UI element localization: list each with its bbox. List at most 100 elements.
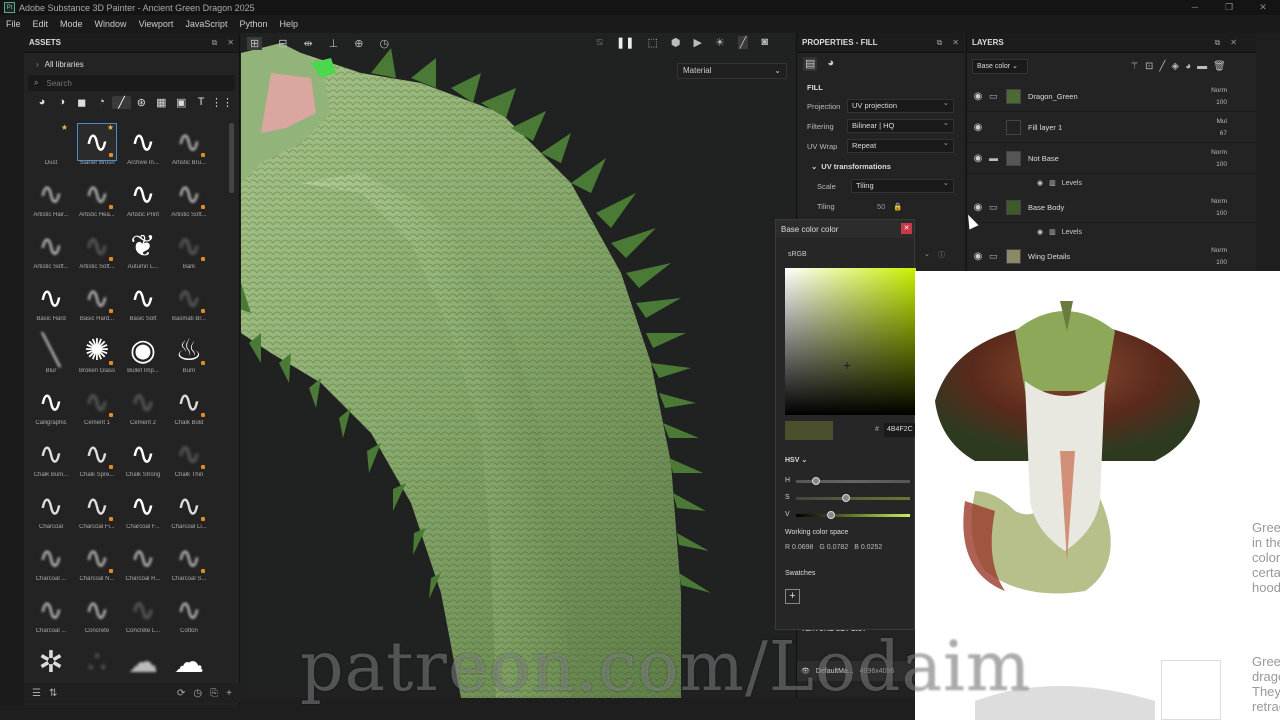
picker-close-icon[interactable]: ✕	[901, 223, 912, 234]
lock-icon[interactable]: 🔒	[893, 202, 902, 211]
undock-icon[interactable]: ⧉	[212, 38, 218, 48]
asset-item[interactable]: ◉ Bullet Imp...	[120, 329, 166, 381]
asset-item[interactable]: ∿ Basic Hard	[28, 277, 74, 329]
add-paint-icon[interactable]: ╱	[1159, 61, 1165, 72]
color-mode-select[interactable]: HSV ⌄	[785, 456, 807, 464]
asset-item[interactable]: ∿ Concrete L...	[120, 589, 166, 641]
levels-effect-row[interactable]: ◉ ▥ Levels	[967, 174, 1257, 192]
asset-item[interactable]: ❦ Autumn L...	[120, 225, 166, 277]
filter-masks-icon[interactable]: ◼	[72, 96, 92, 109]
close-icon[interactable]: ✕	[1246, 0, 1280, 15]
brush-icon[interactable]: ╱	[737, 36, 749, 49]
visibility-eye-icon[interactable]: ◉	[967, 122, 989, 133]
layers-undock-icon[interactable]: ⧉	[1215, 38, 1221, 48]
asset-item[interactable]: ∿ Cement 1	[74, 381, 120, 433]
projection-select[interactable]: UV projection	[847, 97, 954, 113]
asset-item[interactable]: ∿ Charcoal ...	[28, 589, 74, 641]
asset-item[interactable]: ∿ Chalk Bum...	[28, 433, 74, 485]
assets-close-icon[interactable]: ✕	[227, 38, 234, 48]
favorite-star-icon[interactable]: ★	[107, 123, 114, 132]
delete-icon[interactable]: 🗑	[1213, 61, 1226, 72]
asset-item[interactable]: ∿ Artistic Soft...	[74, 225, 120, 277]
props-undock-icon[interactable]: ⧉	[937, 38, 943, 48]
layer-blend[interactable]: Mul 67	[1217, 116, 1227, 140]
asset-item[interactable]: ∿ Charcoal ...	[28, 537, 74, 589]
menu-python[interactable]: Python	[233, 19, 273, 29]
add-folder-icon[interactable]: ▬	[1197, 61, 1207, 72]
asset-item[interactable]: ∿ Charcoal N...	[74, 537, 120, 589]
scale-select[interactable]: Tiling	[851, 177, 954, 193]
menu-edit[interactable]: Edit	[27, 19, 55, 29]
add-asset-icon[interactable]: +	[226, 688, 232, 699]
filter-all-icon[interactable]: ⋮⋮	[211, 96, 233, 109]
view-split-icon[interactable]: ⊟	[278, 37, 287, 50]
menu-mode[interactable]: Mode	[54, 19, 89, 29]
visibility-eye-icon[interactable]: ◉	[967, 251, 989, 262]
filter-text-icon[interactable]: T	[191, 96, 211, 108]
visibility-eye-icon[interactable]: ◉	[967, 153, 989, 164]
asset-item[interactable]: ∿ Basic Hard...	[74, 277, 120, 329]
layer-row[interactable]: ◉ ▬ Not Base Norm 100	[967, 143, 1257, 174]
history-icon[interactable]: ◷	[193, 688, 202, 699]
filter-env-icon[interactable]: ▣	[171, 96, 191, 109]
tiling-value[interactable]: 50	[877, 202, 885, 211]
material-select[interactable]: Material ⌄	[677, 63, 787, 79]
asset-item[interactable]: ∿ Archive In...	[120, 121, 166, 173]
layer-blend[interactable]: Norm 100	[1211, 147, 1227, 171]
select-tool-icon[interactable]: ⬚	[647, 36, 657, 49]
layer-blend[interactable]: Norm 100	[1211, 196, 1227, 220]
colorspace-chevron-icon[interactable]: ⌄	[924, 250, 930, 258]
add-fill-icon[interactable]: ◈	[1171, 61, 1179, 72]
saturation-knob[interactable]	[842, 494, 850, 502]
pause-icon[interactable]: ❚❚	[616, 36, 634, 49]
layer-row[interactable]: ◉ ▭ Dragon_Green Norm 100	[967, 81, 1257, 112]
refresh-icon[interactable]: ⟳	[177, 688, 185, 699]
hex-input[interactable]: 4B4F2C	[884, 423, 916, 437]
colorspace-select[interactable]: sRGB	[788, 251, 807, 258]
eye-icon[interactable]: ◉	[1037, 179, 1043, 187]
asset-item[interactable]: ✺ Broken Glass	[74, 329, 120, 381]
layer-row[interactable]: ◉ Fill layer 1 Mul 67	[967, 112, 1257, 143]
filtering-select[interactable]: Bilinear | HQ	[847, 117, 954, 133]
hue-slider[interactable]	[796, 477, 910, 485]
levels-effect-row[interactable]: ◉ ▥ Levels	[967, 223, 1257, 241]
value-knob[interactable]	[827, 511, 835, 519]
asset-item[interactable]: ∿ Artistic Hair...	[28, 173, 74, 225]
filter-smart-materials-icon[interactable]: ◑	[52, 96, 72, 108]
asset-item[interactable]: ∿ Artistic Soft...	[28, 225, 74, 277]
asset-item[interactable]: ∿ Chalk Thin	[166, 433, 212, 485]
asset-item[interactable]: ∿ Charcoal Fi...	[74, 485, 120, 537]
favorite-star-icon[interactable]: ★	[61, 123, 68, 132]
cube-icon[interactable]: ⬢	[671, 36, 681, 49]
add-effect-icon[interactable]: ⊡	[1145, 61, 1153, 72]
asset-item[interactable]: ∿ Starter Brush ★	[74, 121, 120, 173]
visibility-eye-icon[interactable]: ◉	[967, 91, 989, 102]
asset-item[interactable]: ∿ Chalk Strong	[120, 433, 166, 485]
asset-item[interactable]: ∿ Calligraphic	[28, 381, 74, 433]
asset-item[interactable]: ∿ Charcoal	[28, 485, 74, 537]
asset-item[interactable]: ∿ Basic Soft	[120, 277, 166, 329]
menu-window[interactable]: Window	[89, 19, 133, 29]
maximize-icon[interactable]: ❐	[1212, 0, 1246, 15]
uv-transformations-toggle[interactable]: ⌄ UV transformations	[797, 156, 964, 176]
minimize-icon[interactable]: ─	[1178, 0, 1212, 15]
filter-particles-icon[interactable]: ⊛	[131, 96, 151, 109]
add-icon[interactable]: ⊕	[354, 37, 363, 50]
asset-item[interactable]: ∿ Charcoal S...	[166, 537, 212, 589]
sort-icon[interactable]: ⇅	[49, 688, 57, 699]
asset-item[interactable]: ∿ Charcoal R...	[120, 537, 166, 589]
layer-row[interactable]: ◉ ▭ Base Body Norm 100	[967, 192, 1257, 223]
hue-knob[interactable]	[812, 477, 820, 485]
import-icon[interactable]: ⎘	[210, 688, 218, 699]
menu-file[interactable]: File	[0, 19, 27, 29]
asset-item[interactable]: ∿ Basmati Br...	[166, 277, 212, 329]
add-smart-icon[interactable]: ◕	[1185, 61, 1191, 72]
info-icon[interactable]: ⓘ	[938, 250, 945, 260]
history-icon-vp[interactable]: ◷	[379, 37, 389, 50]
filter-grid-icon[interactable]: ▦	[151, 96, 171, 109]
layer-row[interactable]: ◉ ▭ Wing Details Norm 100	[967, 241, 1257, 272]
menu-help[interactable]: Help	[273, 19, 304, 29]
saturation-slider[interactable]	[796, 494, 910, 502]
asset-item[interactable]: ∿ Chalk Bold	[166, 381, 212, 433]
eye-icon[interactable]: ◉	[1037, 228, 1043, 236]
